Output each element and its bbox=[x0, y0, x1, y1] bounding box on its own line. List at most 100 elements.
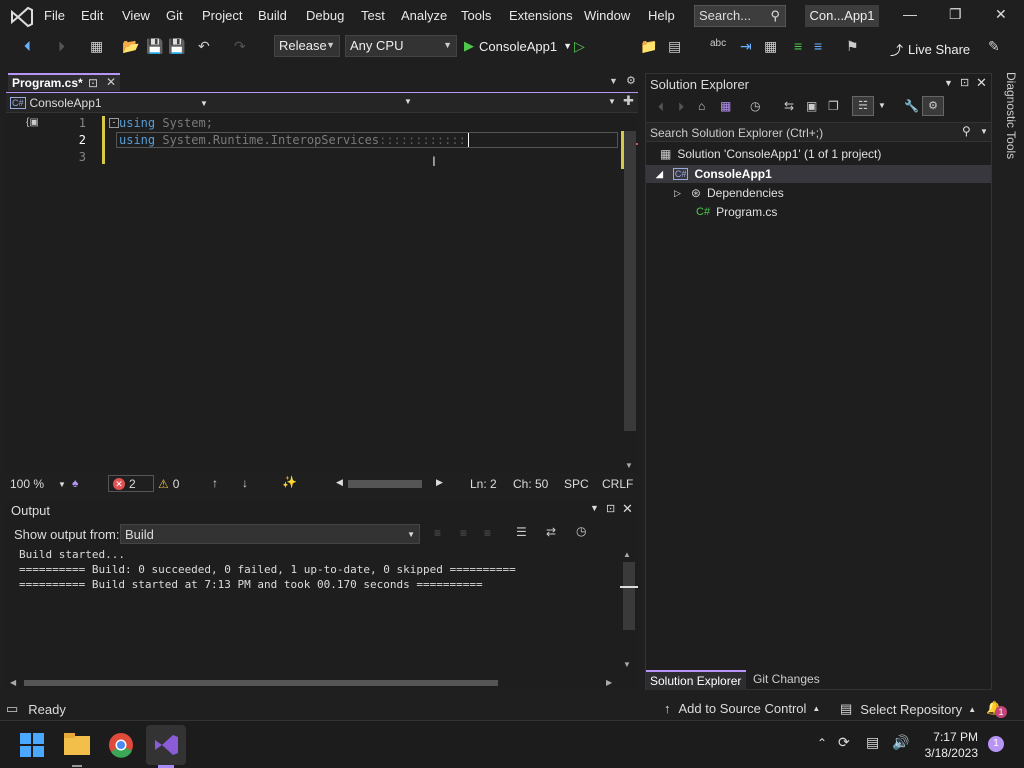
sync-status-icon[interactable]: ⟳ bbox=[838, 734, 850, 751]
step-icon[interactable]: ⇥ bbox=[740, 38, 752, 55]
horizontal-scrollbar[interactable] bbox=[348, 480, 422, 488]
clear-all-icon[interactable]: ☰ bbox=[516, 525, 527, 539]
close-tab-icon[interactable]: ✕ bbox=[106, 75, 116, 89]
history-icon[interactable]: ◷ bbox=[750, 99, 760, 113]
switch-views-icon[interactable]: ▦ bbox=[720, 99, 731, 113]
visual-studio-logo-icon[interactable] bbox=[10, 6, 34, 28]
collapse-icon[interactable]: - bbox=[109, 118, 119, 128]
scroll-left-icon[interactable]: ◀ bbox=[10, 678, 16, 687]
intellicode-icon[interactable]: ♠ bbox=[72, 476, 78, 490]
maximize-icon[interactable]: ❐ bbox=[949, 6, 962, 23]
menu-project[interactable]: Project bbox=[202, 8, 242, 23]
close-panel-icon[interactable]: ✕ bbox=[622, 501, 633, 517]
volume-icon[interactable]: 🔊 bbox=[892, 734, 909, 751]
bookmark-icon[interactable]: ▦ bbox=[764, 38, 777, 55]
menu-extensions[interactable]: Extensions bbox=[509, 8, 573, 23]
close-panel-icon[interactable]: ✕ bbox=[976, 75, 987, 91]
word-wrap-icon[interactable]: ⇄ bbox=[546, 525, 556, 539]
menu-debug[interactable]: Debug bbox=[306, 8, 344, 23]
pin-icon[interactable]: ⊡ bbox=[960, 76, 969, 89]
menu-edit[interactable]: Edit bbox=[81, 8, 103, 23]
back-icon[interactable]: ⏴ bbox=[658, 100, 664, 115]
scroll-left-icon[interactable]: ◀ bbox=[336, 477, 343, 488]
menu-build[interactable]: Build bbox=[258, 8, 287, 23]
spellcheck-icon[interactable]: abc bbox=[710, 38, 726, 49]
scroll-right-icon[interactable]: ▶ bbox=[606, 678, 612, 687]
minimize-icon[interactable]: — bbox=[903, 6, 917, 22]
type-dropdown-chevron-icon[interactable]: ▼ bbox=[404, 97, 412, 106]
visual-studio-taskbar-icon[interactable] bbox=[153, 732, 179, 758]
forward-icon[interactable]: ⏵ bbox=[58, 38, 65, 55]
redo-icon[interactable]: ↷ bbox=[234, 38, 246, 55]
solution-node[interactable]: ▦ Solution 'ConsoleApp1' (1 of 1 project… bbox=[660, 147, 881, 161]
undo-icon[interactable]: ↶ bbox=[198, 38, 210, 55]
tab-solution-explorer[interactable]: Solution Explorer bbox=[646, 670, 746, 690]
split-icon[interactable]: ✚ bbox=[623, 93, 634, 109]
project-dropdown[interactable]: C# ConsoleApp1 ▼ bbox=[10, 95, 210, 111]
diagnostic-tools-tab[interactable]: Diagnostic Tools bbox=[996, 72, 1018, 162]
file-explorer-icon[interactable]: 📁 bbox=[640, 38, 657, 55]
notification-center-badge[interactable]: 1 bbox=[988, 736, 1004, 752]
code-cleanup-icon[interactable]: ✨ bbox=[282, 475, 297, 489]
zoom-select[interactable]: 100 % ▼ bbox=[10, 477, 66, 491]
member-dropdown-chevron-icon[interactable]: ▼ bbox=[608, 97, 616, 106]
window-options-icon[interactable]: ▼ bbox=[944, 78, 953, 88]
tab-list-icon[interactable]: ▼ bbox=[609, 76, 618, 86]
scroll-down-icon[interactable]: ▼ bbox=[623, 660, 631, 669]
platform-select[interactable]: Any CPU ▼ bbox=[345, 35, 457, 57]
layout-icon[interactable]: ▤ bbox=[668, 38, 681, 55]
pin-icon[interactable]: ⊡ bbox=[88, 76, 98, 90]
chrome-icon[interactable] bbox=[108, 732, 134, 758]
quick-actions-icon[interactable]: {▣ bbox=[26, 117, 39, 128]
prev-message-icon[interactable]: ≡ bbox=[460, 526, 467, 540]
bookmark-flag-icon[interactable]: ⚑ bbox=[846, 38, 859, 55]
file-explorer-taskbar-icon[interactable] bbox=[64, 733, 90, 755]
save-icon[interactable]: 💾 bbox=[146, 38, 163, 55]
network-icon[interactable]: ▤ bbox=[866, 734, 879, 751]
close-window-icon[interactable]: ✕ bbox=[995, 6, 1007, 23]
menu-tools[interactable]: Tools bbox=[461, 8, 491, 23]
next-message-icon[interactable]: ≡ bbox=[484, 526, 491, 540]
line-ending-indicator[interactable]: CRLF bbox=[602, 477, 633, 491]
forward-icon[interactable]: ⏵ bbox=[678, 100, 684, 115]
scroll-right-icon[interactable]: ▶ bbox=[436, 477, 443, 488]
save-all-icon[interactable]: 💾 bbox=[168, 38, 185, 55]
settings-icon[interactable]: ⚙ bbox=[626, 74, 636, 87]
scroll-up-icon[interactable]: ▲ bbox=[623, 550, 631, 559]
search-box[interactable]: Search... ⚲ bbox=[694, 5, 786, 27]
configuration-select[interactable]: Release ▼ bbox=[274, 35, 340, 57]
window-options-icon[interactable]: ▼ bbox=[590, 503, 599, 513]
filter-icon[interactable]: ☵ bbox=[852, 96, 874, 116]
code-editor[interactable]: {▣ 1 2 3 - using System; using System.Ru… bbox=[6, 113, 638, 473]
tab-program-cs[interactable]: Program.cs* ⊡ ✕ bbox=[8, 73, 120, 91]
program-cs-node[interactable]: C# Program.cs bbox=[696, 205, 777, 219]
menu-test[interactable]: Test bbox=[361, 8, 385, 23]
select-repository-button[interactable]: ▤ Select Repository ▲ bbox=[840, 701, 976, 717]
back-icon[interactable]: ⏴ bbox=[24, 38, 31, 55]
new-item-icon[interactable]: ▦ bbox=[90, 38, 103, 55]
char-indicator[interactable]: Ch: 50 bbox=[513, 477, 548, 491]
indent-icon[interactable]: ≡ bbox=[794, 38, 802, 54]
previous-error-icon[interactable]: ↑ bbox=[212, 476, 218, 490]
solution-search-box[interactable]: Search Solution Explorer (Ctrl+;) ⚲ ▼ bbox=[646, 122, 991, 142]
preview-icon[interactable]: ⚙ bbox=[922, 96, 944, 116]
chevron-up-icon[interactable]: ⌃ bbox=[817, 736, 827, 750]
whitespace-indicator[interactable]: SPC bbox=[564, 477, 589, 491]
timestamp-icon[interactable]: ◷ bbox=[576, 524, 586, 538]
errors-button[interactable]: ✕ 2 bbox=[108, 475, 154, 492]
windows-start-icon[interactable] bbox=[20, 733, 44, 757]
show-all-files-icon[interactable]: ❐ bbox=[828, 99, 839, 113]
live-share-button[interactable]: ⤴ Live Share bbox=[890, 40, 970, 59]
outdent-icon[interactable]: ≡ bbox=[814, 38, 822, 54]
warnings-button[interactable]: ⚠ 0 bbox=[158, 477, 179, 491]
menu-analyze[interactable]: Analyze bbox=[401, 8, 447, 23]
pin-icon[interactable]: ⊡ bbox=[606, 502, 615, 515]
collapse-all-icon[interactable]: ▣ bbox=[806, 99, 817, 113]
scroll-down-icon[interactable]: ▼ bbox=[625, 461, 633, 470]
chevron-down-icon[interactable]: ▼ bbox=[878, 101, 886, 110]
editor-scrollbar[interactable] bbox=[624, 131, 636, 431]
find-message-icon[interactable]: ≡ bbox=[434, 526, 441, 540]
menu-view[interactable]: View bbox=[122, 8, 150, 23]
feedback-icon[interactable]: ✎ bbox=[988, 38, 1000, 55]
clock[interactable]: 7:17 PM 3/18/2023 bbox=[922, 729, 978, 761]
